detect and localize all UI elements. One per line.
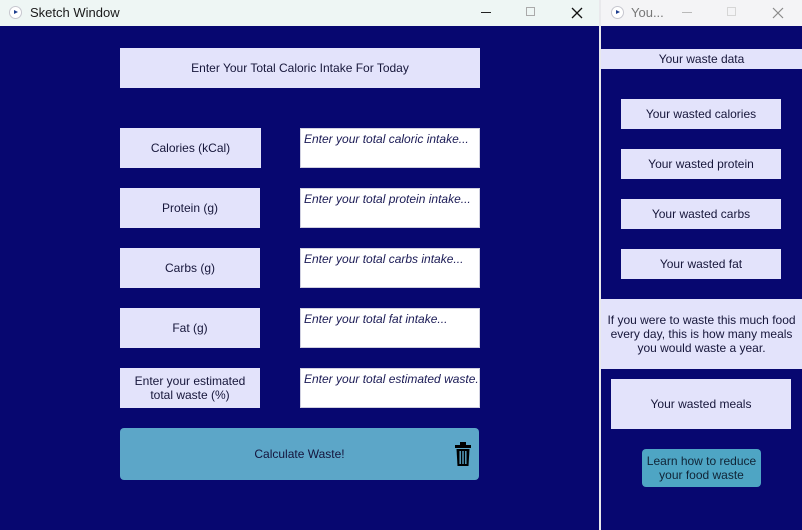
calories-label: Calories (kCal)	[120, 128, 261, 168]
calories-input[interactable]: Enter your total caloric intake...	[300, 128, 480, 168]
results-content: Your waste data Your wasted calories You…	[601, 27, 802, 530]
maximize-button[interactable]	[710, 0, 754, 26]
wasted-meals-box: Your wasted meals	[611, 379, 791, 429]
trash-icon[interactable]	[454, 441, 472, 467]
calculate-waste-label: Calculate Waste!	[254, 447, 345, 461]
app-icon	[9, 6, 22, 19]
wasted-fat-box: Your wasted fat	[621, 249, 781, 279]
close-icon	[772, 7, 784, 19]
close-button[interactable]	[555, 0, 599, 26]
fat-input[interactable]: Enter your total fat intake...	[300, 308, 480, 348]
calculate-waste-button[interactable]: Calculate Waste!	[120, 428, 479, 480]
protein-input[interactable]: Enter your total protein intake...	[300, 188, 480, 228]
wasted-calories-box: Your wasted calories	[621, 99, 781, 129]
protein-label: Protein (g)	[120, 188, 260, 228]
app-icon	[611, 6, 624, 19]
close-button[interactable]	[756, 0, 800, 26]
waste-input[interactable]: Enter your total estimated waste...	[300, 368, 480, 408]
results-window: You... Your waste data Your wasted calor…	[601, 0, 802, 530]
waste-data-header: Your waste data	[601, 49, 802, 69]
main-window-title: Sketch Window	[30, 5, 120, 20]
results-titlebar: You...	[601, 0, 802, 26]
waste-label: Enter your estimated total waste (%)	[120, 368, 260, 408]
main-content: Enter Your Total Caloric Intake For Toda…	[0, 27, 599, 530]
meals-info-text: If you were to waste this much food ever…	[601, 299, 802, 369]
minimize-button[interactable]	[665, 0, 709, 26]
results-window-title: You...	[631, 5, 664, 20]
minimize-button[interactable]	[464, 0, 508, 26]
carbs-input[interactable]: Enter your total carbs intake...	[300, 248, 480, 288]
learn-reduce-waste-button[interactable]: Learn how to reduce your food waste	[642, 449, 761, 487]
wasted-protein-box: Your wasted protein	[621, 149, 781, 179]
carbs-label: Carbs (g)	[120, 248, 260, 288]
maximize-button[interactable]	[509, 0, 553, 26]
main-window: Sketch Window Enter Your Total Caloric I…	[0, 0, 599, 530]
fat-label: Fat (g)	[120, 308, 260, 348]
main-titlebar: Sketch Window	[0, 0, 599, 26]
wasted-carbs-box: Your wasted carbs	[621, 199, 781, 229]
header-label: Enter Your Total Caloric Intake For Toda…	[120, 48, 480, 88]
close-icon	[571, 7, 583, 19]
